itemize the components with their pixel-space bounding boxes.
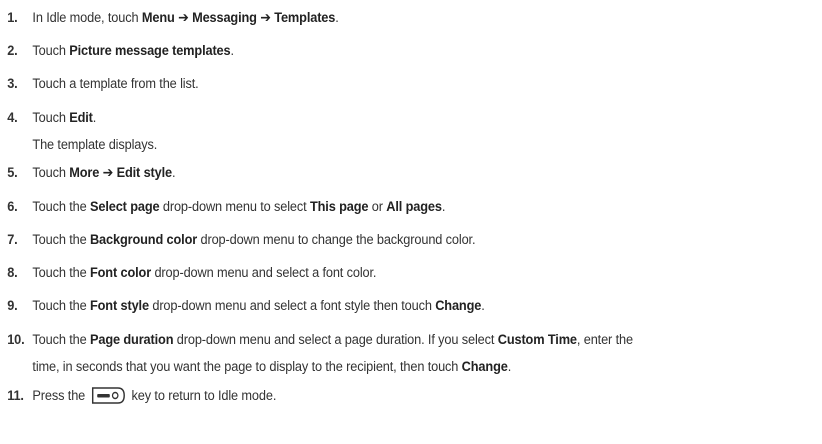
step-number: 1. (7, 10, 18, 26)
end-key-icon (91, 387, 126, 411)
step-text: In Idle mode, touch Menu ➔ Messaging ➔ T… (32, 7, 806, 29)
step-segment: key to return to Idle mode. (128, 388, 277, 404)
bold-term: ➔ (99, 165, 117, 181)
step-segment: . (230, 43, 234, 59)
step-segment: time, in seconds that you want the page … (32, 359, 462, 375)
step-line: Touch the Select page drop-down menu to … (32, 196, 806, 218)
step-text: Touch the Select page drop-down menu to … (32, 196, 806, 218)
step-line: Touch Edit. (32, 107, 806, 129)
bold-term: Select page (89, 199, 160, 215)
step-segment: drop-down menu to select (159, 199, 310, 215)
step-segment: . (507, 359, 512, 375)
bold-term: More (69, 165, 100, 181)
step-number: 9. (7, 298, 18, 314)
step-number: 11. (7, 388, 24, 404)
bold-term: Templates (274, 10, 336, 26)
step-text: Touch Picture message templates. (32, 40, 806, 62)
step-text: Touch Edit. The template displays. (32, 107, 806, 156)
step-line: Touch the Font style drop-down menu and … (32, 295, 806, 317)
step-number: 10. (7, 332, 25, 348)
step-line: Touch More ➔ Edit style. (32, 162, 806, 184)
bold-term: ➔ (174, 10, 193, 26)
step-number: 7. (7, 232, 18, 248)
bold-term: Background color (89, 232, 198, 248)
step-line: Press the key to return to Idle mode. (32, 385, 806, 411)
bold-term: All pages (386, 199, 442, 215)
step-line: time, in seconds that you want the page … (32, 356, 806, 378)
step-number: 2. (7, 43, 18, 59)
bold-term: Page duration (89, 332, 174, 348)
bold-term: Change (461, 359, 508, 375)
step-segment: Touch the (32, 232, 90, 248)
step-line: Touch the Font color drop-down menu and … (32, 262, 806, 284)
step-number: 3. (7, 76, 18, 92)
step-segment: . (481, 298, 485, 314)
bold-term: Change (435, 298, 482, 314)
step-segment: . (335, 10, 339, 26)
step-number: 8. (7, 265, 18, 281)
step-line: Touch the Background color drop-down men… (32, 229, 806, 251)
bold-term: This page (309, 199, 369, 215)
step-segment: drop-down menu and select a font style t… (148, 298, 436, 314)
step-text: Touch the Background color drop-down men… (32, 229, 806, 251)
bold-term: Edit (69, 110, 93, 126)
step-line: Touch Picture message templates. (32, 40, 806, 62)
step-segment: . (171, 165, 176, 181)
step-text: Touch a template from the list. (32, 73, 806, 95)
step-segment: Touch the (32, 265, 90, 281)
step-segment: drop-down menu to change the background … (197, 232, 476, 248)
bold-term: Font color (89, 265, 152, 281)
bold-term: ➔ (256, 10, 275, 26)
step-text: Touch More ➔ Edit style. (32, 162, 806, 184)
step-segment: . (441, 199, 446, 215)
step-segment: or (368, 199, 387, 215)
step-line: Touch a template from the list. (32, 73, 806, 95)
bold-term: Messaging (192, 10, 257, 26)
step-text: Press the key to return to Idle mode. (32, 385, 806, 411)
bold-term: Picture message templates (69, 43, 231, 59)
step-segment: Touch (32, 43, 70, 59)
step-segment: The template displays. (32, 137, 158, 153)
step-segment: Touch (32, 110, 70, 126)
step-text: Touch the Font style drop-down menu and … (32, 295, 806, 317)
step-line: Touch the Page duration drop-down menu a… (32, 329, 806, 351)
step-line: The template displays. (32, 134, 806, 156)
step-segment: Touch the (32, 298, 90, 314)
bold-term: Font style (89, 298, 149, 314)
step-segment: drop-down menu and select a font color. (151, 265, 377, 281)
step-segment: drop-down menu and select a page duratio… (173, 332, 498, 348)
step-number: 5. (7, 165, 18, 181)
step-line: In Idle mode, touch Menu ➔ Messaging ➔ T… (32, 7, 806, 29)
bold-term: Edit style (116, 165, 173, 181)
bold-term: Custom Time (497, 332, 577, 348)
step-number: 6. (7, 199, 18, 215)
step-number: 4. (7, 110, 18, 126)
step-segment: Touch a template from the list. (32, 76, 199, 92)
step-segment: , enter the (576, 332, 633, 348)
step-segment: Press the (32, 388, 89, 404)
step-segment: In Idle mode, touch (32, 10, 142, 26)
step-segment: . (92, 110, 97, 126)
bold-term: Menu (141, 10, 175, 26)
step-text: Touch the Font color drop-down menu and … (32, 262, 806, 284)
step-segment: Touch (32, 165, 70, 181)
step-segment: Touch the (32, 199, 90, 215)
step-text: Touch the Page duration drop-down menu a… (32, 329, 806, 378)
step-segment: Touch the (32, 332, 90, 348)
